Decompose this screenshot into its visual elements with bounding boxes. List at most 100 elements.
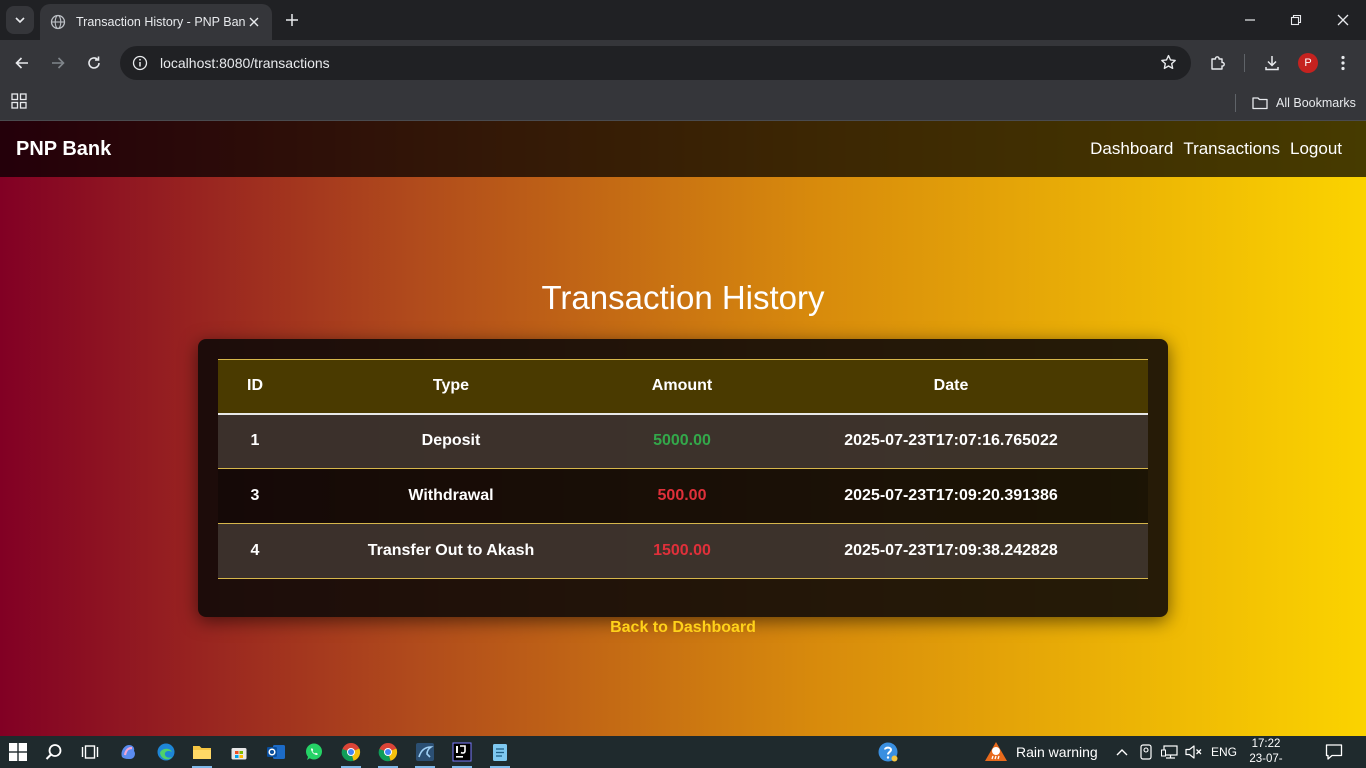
page-title: Transaction History bbox=[541, 279, 825, 316]
restore-icon bbox=[1290, 14, 1302, 26]
taskbar-mysql-workbench[interactable] bbox=[413, 740, 437, 768]
whatsapp-icon bbox=[306, 743, 322, 760]
taskbar-store[interactable] bbox=[227, 740, 251, 764]
volume-muted-icon bbox=[1185, 745, 1202, 759]
table-row: 3 Withdrawal 500.00 2025-07-23T17:09:20.… bbox=[218, 468, 1148, 524]
tab-search-button[interactable] bbox=[6, 6, 34, 34]
search-icon bbox=[45, 744, 62, 760]
profile-button[interactable]: P bbox=[1294, 49, 1322, 77]
help-button[interactable] bbox=[876, 740, 900, 764]
cell-date: 2025-07-23T17:07:16.765022 bbox=[754, 413, 1148, 469]
downloads-button[interactable] bbox=[1258, 49, 1286, 77]
back-to-dashboard-link[interactable]: Back to Dashboard bbox=[0, 619, 1366, 637]
nav-link-dashboard[interactable]: Dashboard bbox=[1090, 139, 1173, 159]
cell-id: 4 bbox=[218, 523, 292, 579]
puzzle-icon bbox=[1211, 56, 1225, 70]
taskbar-notepad[interactable] bbox=[488, 740, 512, 768]
taskbar-intellij[interactable] bbox=[450, 740, 474, 768]
intellij-icon bbox=[452, 742, 472, 762]
restore-button[interactable] bbox=[1273, 0, 1319, 40]
arrow-right-icon bbox=[52, 57, 65, 69]
taskbar-edge[interactable] bbox=[154, 740, 178, 764]
toolbar-divider bbox=[1244, 54, 1245, 72]
column-header-type: Type bbox=[432, 377, 470, 395]
new-tab-button[interactable] bbox=[280, 8, 304, 32]
minimize-icon bbox=[1245, 19, 1255, 21]
all-bookmarks-button[interactable]: All Bookmarks bbox=[1252, 92, 1356, 114]
notification-chat-icon bbox=[1325, 744, 1343, 760]
reload-icon bbox=[88, 56, 100, 69]
close-tab-icon[interactable] bbox=[246, 14, 262, 30]
column-header-amount: Amount bbox=[651, 377, 713, 395]
chevron-down-icon bbox=[15, 17, 25, 24]
taskbar-search-button[interactable] bbox=[42, 740, 66, 764]
task-view-button[interactable] bbox=[78, 740, 102, 764]
tray-language[interactable]: ENG bbox=[1210, 742, 1238, 762]
arrow-left-icon bbox=[15, 57, 28, 69]
address-bar[interactable]: localhost:8080/transactions bbox=[120, 46, 1191, 80]
more-vertical-icon bbox=[1341, 55, 1345, 71]
brand-logo-text[interactable]: PNP Bank bbox=[16, 138, 111, 161]
taskbar-chrome[interactable] bbox=[339, 740, 363, 768]
copilot-icon bbox=[121, 745, 135, 759]
clock-date: 23-07-2025 bbox=[1249, 753, 1283, 765]
notifications-button[interactable] bbox=[1322, 740, 1346, 764]
taskbar-chrome-active-window[interactable] bbox=[376, 740, 400, 768]
tray-camera[interactable] bbox=[1138, 742, 1154, 762]
taskbar-outlook[interactable] bbox=[264, 740, 288, 764]
plus-icon bbox=[286, 14, 298, 26]
network-ethernet-icon bbox=[1161, 745, 1178, 759]
clock-time: 17:22 bbox=[1251, 738, 1281, 750]
chrome-icon bbox=[378, 743, 398, 762]
nav-link-logout[interactable]: Logout bbox=[1290, 139, 1342, 159]
close-window-button[interactable] bbox=[1320, 0, 1366, 40]
tray-network[interactable] bbox=[1161, 742, 1179, 762]
taskbar-clock[interactable]: 17:22 23-07-2025 bbox=[1244, 737, 1288, 768]
minimize-button[interactable] bbox=[1227, 0, 1273, 40]
chevron-up-icon bbox=[1116, 749, 1128, 756]
cell-amount: 5000.00 bbox=[610, 413, 754, 469]
bookmark-star-icon[interactable] bbox=[1160, 54, 1177, 76]
all-bookmarks-label: All Bookmarks bbox=[1276, 96, 1356, 110]
transactions-table: ID Type Amount Date 1 Deposit 5000.00 20… bbox=[218, 359, 1148, 579]
table-header-row: ID Type Amount Date bbox=[218, 359, 1148, 414]
avatar: P bbox=[1298, 53, 1318, 73]
cell-id: 1 bbox=[218, 413, 292, 469]
site-info-icon[interactable] bbox=[132, 55, 148, 71]
cell-type: Deposit bbox=[292, 413, 610, 469]
nav-link-transactions[interactable]: Transactions bbox=[1183, 139, 1280, 159]
folder-icon bbox=[193, 746, 211, 759]
column-header-date: Date bbox=[933, 377, 969, 395]
bookmarks-bar: All Bookmarks bbox=[0, 86, 1366, 121]
url-text: localhost:8080/transactions bbox=[160, 55, 330, 71]
browser-toolbar: localhost:8080/transactions P bbox=[0, 40, 1366, 86]
extensions-button[interactable] bbox=[1204, 49, 1232, 77]
cell-date: 2025-07-23T17:09:38.242828 bbox=[754, 523, 1148, 579]
dolphin-database-icon bbox=[416, 743, 434, 761]
start-button[interactable] bbox=[6, 740, 30, 764]
store-bag-icon bbox=[231, 748, 247, 760]
back-button[interactable] bbox=[8, 49, 36, 77]
weather-text: Rain warning bbox=[1016, 744, 1098, 760]
close-icon bbox=[1337, 14, 1349, 26]
apps-grid-icon[interactable] bbox=[11, 93, 27, 114]
cell-id: 3 bbox=[218, 468, 292, 524]
tray-overflow-button[interactable] bbox=[1114, 742, 1130, 762]
browser-tab-active[interactable]: Transaction History - PNP Bank bbox=[40, 4, 272, 40]
folder-icon bbox=[1252, 97, 1268, 110]
tray-volume[interactable] bbox=[1185, 742, 1203, 762]
forward-button[interactable] bbox=[44, 49, 72, 77]
taskbar-whatsapp[interactable] bbox=[302, 740, 326, 764]
outlook-icon bbox=[267, 745, 285, 759]
table-row: 1 Deposit 5000.00 2025-07-23T17:07:16.76… bbox=[218, 413, 1148, 469]
edge-browser-icon bbox=[157, 743, 175, 761]
browser-menu-button[interactable] bbox=[1329, 49, 1357, 77]
taskbar-copilot[interactable] bbox=[116, 740, 140, 764]
task-view-icon bbox=[81, 745, 99, 759]
site-navbar: PNP Bank Dashboard Transactions Logout bbox=[0, 121, 1366, 177]
weather-widget[interactable]: Rain warning bbox=[984, 740, 1098, 764]
reload-button[interactable] bbox=[80, 49, 108, 77]
notepad-icon bbox=[493, 744, 507, 761]
download-icon bbox=[1265, 56, 1279, 71]
taskbar-file-explorer[interactable] bbox=[190, 740, 214, 768]
